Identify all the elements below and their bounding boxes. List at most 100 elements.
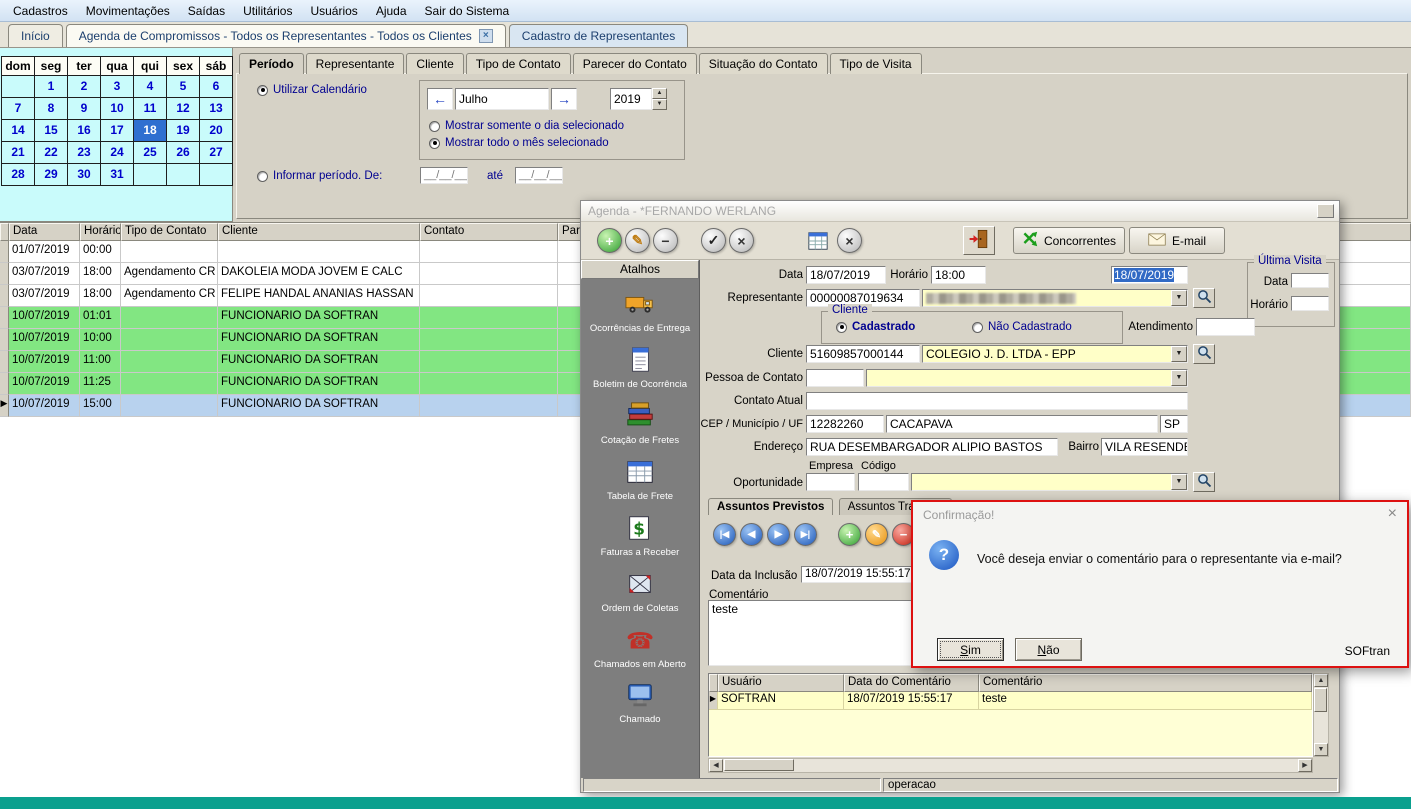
scroll-right-icon[interactable]: ▶ — [1298, 759, 1312, 772]
add-button[interactable]: + — [597, 228, 622, 253]
spinner-up-icon[interactable]: ▲ — [652, 88, 667, 99]
calendar-day-9[interactable]: 9 — [68, 98, 101, 120]
calendar-day-13[interactable]: 13 — [200, 98, 233, 120]
cliente-combo[interactable]: COLEGIO J. D. LTDA - EPP ▼ — [922, 345, 1188, 363]
filter-tab-representante[interactable]: Representante — [306, 53, 405, 74]
calendar-day-18[interactable]: 18 — [134, 120, 167, 142]
dropdown-arrow-icon[interactable]: ▼ — [1171, 290, 1187, 306]
filter-tab-situacao-do-contato[interactable]: Situação do Contato — [699, 53, 828, 74]
ultima-horario-field[interactable] — [1291, 296, 1329, 311]
menu-item-usuarios[interactable]: Usuários — [301, 1, 366, 21]
shortcut-boletim-de-ocorrencia[interactable]: Boletim de Ocorrência — [581, 345, 699, 391]
shortcut-ordem-de-coletas[interactable]: Ordem de Coletas — [581, 569, 699, 615]
horario-field[interactable]: 18:00 — [931, 266, 986, 284]
filter-tab-periodo[interactable]: Período — [239, 53, 304, 74]
tab-agenda-compromissos[interactable]: Agenda de Compromissos - Todos os Repres… — [66, 24, 506, 47]
calendar-day-1[interactable]: 1 — [35, 76, 68, 98]
oportunidade-search-button[interactable] — [1193, 472, 1215, 492]
calendar-day-8[interactable]: 8 — [35, 98, 68, 120]
calendar-day-23[interactable]: 23 — [68, 142, 101, 164]
dialog-close-icon[interactable]: × — [1388, 505, 1397, 523]
codigo-field[interactable] — [858, 473, 909, 491]
shortcut-chamados-em-aberto[interactable]: ☎Chamados em Aberto — [581, 625, 699, 671]
filter-tab-parecer-do-contato[interactable]: Parecer do Contato — [573, 53, 697, 74]
calendar-day-27[interactable]: 27 — [200, 142, 233, 164]
show-whole-month-radio[interactable]: Mostrar todo o mês selecionado — [429, 137, 609, 149]
cadastrado-radio[interactable]: Cadastrado — [836, 321, 915, 333]
pessoa-contato-code-field[interactable] — [806, 369, 864, 387]
menu-item-saidas[interactable]: Saídas — [179, 1, 234, 21]
comments-column-comentario[interactable]: Comentário — [979, 674, 1312, 692]
scroll-up-icon[interactable]: ▲ — [1314, 674, 1328, 687]
appointments-column-horario[interactable]: Horário — [80, 223, 121, 241]
dropdown-arrow-icon[interactable]: ▼ — [1171, 474, 1187, 490]
cliente-search-button[interactable] — [1193, 344, 1215, 364]
calendar-day-19[interactable]: 19 — [167, 120, 200, 142]
ultima-data-field[interactable] — [1291, 273, 1329, 288]
calendar-day-10[interactable]: 10 — [101, 98, 134, 120]
shortcut-cotacao-de-fretes[interactable]: Cotação de Fretes — [581, 401, 699, 447]
calendar-day-15[interactable]: 15 — [35, 120, 68, 142]
calendar-day-20[interactable]: 20 — [200, 120, 233, 142]
comments-column-usuario[interactable]: Usuário — [718, 674, 844, 692]
yes-button[interactable]: Sim — [937, 638, 1004, 661]
dropdown-arrow-icon[interactable]: ▼ — [1171, 346, 1187, 362]
comment-row[interactable]: ▶SOFTRAN18/07/2019 15:55:17teste — [709, 692, 1312, 710]
comments-hscrollbar[interactable]: ◀ ▶ — [708, 758, 1313, 773]
exit-button[interactable] — [963, 226, 995, 255]
year-field[interactable]: 2019 — [610, 88, 652, 110]
edit-comment-button[interactable]: ✎ — [865, 523, 888, 546]
confirm-button[interactable]: ✓ — [701, 228, 726, 253]
comments-column-data[interactable]: Data do Comentário — [844, 674, 979, 692]
calendar-day-29[interactable]: 29 — [35, 164, 68, 186]
municipio-field[interactable]: CACAPAVA — [886, 415, 1158, 433]
calendar-day-3[interactable]: 3 — [101, 76, 134, 98]
calendar-day-28[interactable]: 28 — [2, 164, 35, 186]
uf-field[interactable]: SP — [1160, 415, 1188, 433]
appointments-column-cliente[interactable]: Cliente — [218, 223, 420, 241]
data-field[interactable]: 18/07/2019 — [806, 266, 886, 284]
cliente-code-field[interactable]: 51609857000144 — [806, 345, 920, 363]
appointments-column-data[interactable]: Data — [9, 223, 80, 241]
shortcut-tabela-de-frete[interactable]: Tabela de Frete — [581, 457, 699, 503]
calendar-day-25[interactable]: 25 — [134, 142, 167, 164]
edit-button[interactable]: ✎ — [625, 228, 650, 253]
spinner-down-icon[interactable]: ▼ — [652, 99, 667, 110]
data-inclusao-field[interactable]: 18/07/2019 15:55:17 — [801, 566, 913, 583]
menu-item-movimentacoes[interactable]: Movimentações — [77, 1, 179, 21]
calendar-day-17[interactable]: 17 — [101, 120, 134, 142]
previous-record-button[interactable]: ◀ — [740, 523, 763, 546]
scroll-left-icon[interactable]: ◀ — [709, 759, 723, 772]
vscroll-thumb[interactable] — [1314, 688, 1327, 712]
previous-month-button[interactable]: ← — [427, 88, 453, 110]
tab-close-icon[interactable]: × — [479, 29, 493, 43]
filter-tab-tipo-de-contato[interactable]: Tipo de Contato — [466, 53, 571, 74]
calendar-day-6[interactable]: 6 — [200, 76, 233, 98]
filter-tab-tipo-de-visita[interactable]: Tipo de Visita — [830, 53, 922, 74]
contato-atual-field[interactable] — [806, 392, 1188, 410]
scroll-down-icon[interactable]: ▼ — [1314, 743, 1328, 756]
nao-cadastrado-radio[interactable]: Não Cadastrado — [972, 321, 1072, 333]
calendar-day-22[interactable]: 22 — [35, 142, 68, 164]
last-record-button[interactable]: ▶| — [794, 523, 817, 546]
concorrentes-button[interactable]: Concorrentes — [1013, 227, 1125, 254]
shortcut-faturas-a-receber[interactable]: $Faturas a Receber — [581, 513, 699, 559]
representante-search-button[interactable] — [1193, 288, 1215, 308]
schedule-grid-button[interactable] — [805, 229, 831, 255]
data-agendamento-field[interactable]: 18/07/2019 — [1111, 266, 1188, 284]
calendar-day-31[interactable]: 31 — [101, 164, 134, 186]
dropdown-arrow-icon[interactable]: ▼ — [1171, 370, 1187, 386]
menu-item-ajuda[interactable]: Ajuda — [367, 1, 416, 21]
calendar-day-30[interactable]: 30 — [68, 164, 101, 186]
empresa-field[interactable] — [806, 473, 855, 491]
calendar-day-4[interactable]: 4 — [134, 76, 167, 98]
calendar-day-24[interactable]: 24 — [101, 142, 134, 164]
shortcut-chamado[interactable]: Chamado — [581, 680, 699, 726]
cancel-button[interactable]: × — [729, 228, 754, 253]
period-end-input[interactable]: __/__/____ — [515, 167, 563, 184]
menu-item-sair-do-sistema[interactable]: Sair do Sistema — [416, 1, 519, 21]
filter-tab-cliente[interactable]: Cliente — [406, 53, 463, 74]
oportunidade-combo[interactable]: ▼ — [911, 473, 1188, 491]
tab-inicio[interactable]: Início — [8, 24, 63, 47]
calendar-day-7[interactable]: 7 — [2, 98, 35, 120]
